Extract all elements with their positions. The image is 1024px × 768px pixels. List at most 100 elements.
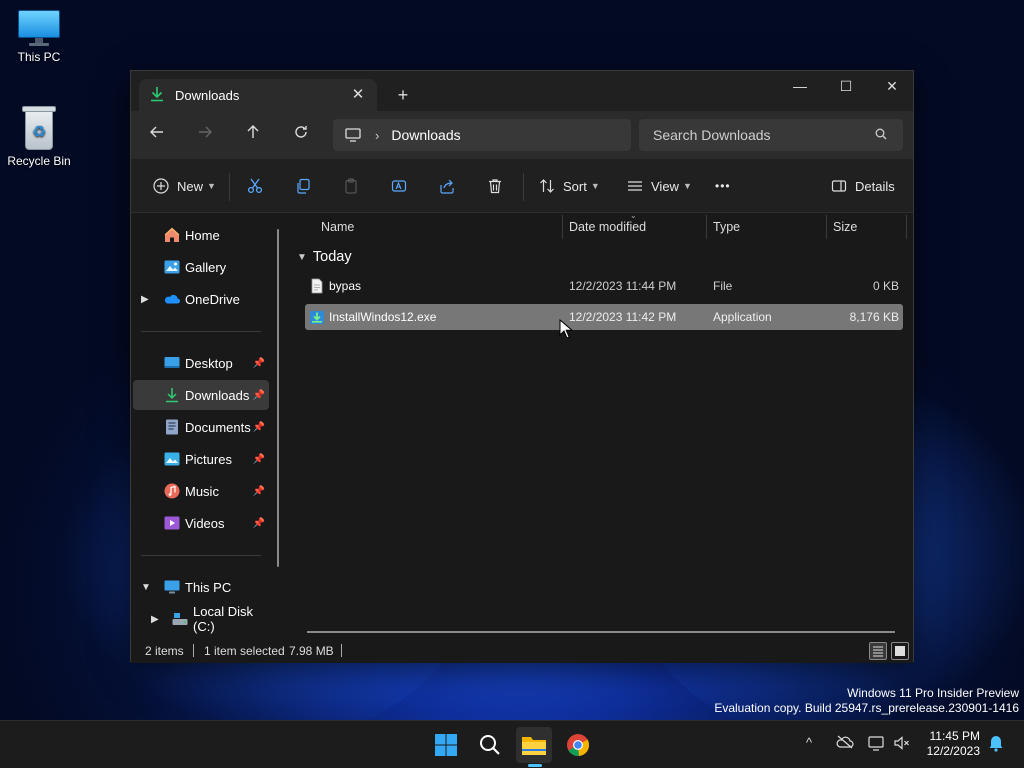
column-header-name[interactable]: Name [321, 213, 354, 243]
divider[interactable] [706, 215, 707, 239]
clock-time: 11:45 PM [929, 729, 980, 743]
details-label: Details [855, 178, 895, 194]
more-options-button[interactable]: ••• [715, 174, 731, 198]
pin-icon[interactable]: 📌 [253, 390, 265, 401]
navigation-pane: Home Gallery ▶ OneDrive Desktop 📌 Downlo… [131, 213, 289, 634]
chevron-down-icon: ▼ [590, 181, 600, 191]
sidebar-item-this-pc[interactable]: ▼ This PC [133, 572, 269, 602]
file-row[interactable]: bypas 12/2/2023 11:44 PM File 0 KB [305, 273, 903, 299]
divider[interactable] [562, 215, 563, 239]
build-watermark: Windows 11 Pro Insider Preview Evaluatio… [714, 686, 1019, 716]
sidebar-item-documents[interactable]: Documents 📌 [133, 412, 269, 442]
view-button[interactable]: View ▼ [625, 174, 692, 198]
notification-bell-icon[interactable] [988, 734, 1004, 755]
pin-icon[interactable]: 📌 [253, 454, 265, 465]
home-icon [164, 227, 180, 242]
file-row[interactable]: InstallWindos12.exe 12/2/2023 11:42 PM A… [305, 304, 903, 330]
chrome-taskbar-button[interactable] [560, 727, 596, 763]
chevron-down-icon[interactable]: ▼ [297, 252, 307, 263]
downloads-folder-icon [166, 388, 178, 403]
minimize-button[interactable]: — [777, 71, 823, 101]
close-window-button[interactable]: ✕ [869, 71, 915, 101]
gallery-icon [164, 260, 180, 274]
desktop-icon-recycle-bin[interactable]: ♻ Recycle Bin [2, 106, 76, 168]
column-header-size[interactable]: Size [833, 213, 857, 243]
videos-folder-icon [164, 516, 180, 530]
divider[interactable] [906, 215, 907, 239]
desktop-icon-this-pc[interactable]: This PC [2, 10, 76, 64]
arrow-up-icon [247, 125, 259, 138]
tab-downloads[interactable]: Downloads ✕ [139, 79, 377, 111]
address-bar[interactable]: › Downloads [333, 119, 631, 151]
volume-muted-icon[interactable] [894, 735, 910, 754]
scissors-icon [245, 176, 265, 196]
start-button[interactable] [428, 727, 464, 763]
mouse-cursor-icon [559, 319, 573, 339]
sidebar-item-onedrive[interactable]: ▶ OneDrive [133, 284, 269, 314]
view-lines-icon [625, 176, 645, 196]
column-header-type[interactable]: Type [713, 213, 740, 243]
pin-icon[interactable]: 📌 [253, 486, 265, 497]
chevron-right-icon[interactable]: › [375, 128, 379, 143]
arrow-right-icon [199, 126, 212, 138]
paste-button[interactable] [341, 174, 361, 198]
sort-arrows-icon [537, 176, 557, 196]
group-header-today[interactable]: ▼ Today [297, 249, 352, 265]
chrome-icon [567, 734, 590, 757]
maximize-button[interactable]: ☐ [823, 71, 869, 101]
sidebar-item-music[interactable]: Music 📌 [133, 476, 269, 506]
status-selected: 1 item selected [204, 644, 285, 658]
up-button[interactable] [241, 123, 265, 147]
chevron-right-icon[interactable]: ▶ [141, 294, 149, 305]
sidebar-item-desktop[interactable]: Desktop 📌 [133, 348, 269, 378]
chevron-right-icon[interactable]: ▶ [151, 614, 159, 625]
chevron-down-icon[interactable]: ▼ [141, 582, 151, 593]
new-tab-button[interactable]: + [391, 83, 415, 107]
desktop-folder-icon [164, 357, 180, 368]
search-taskbar-button[interactable] [472, 727, 508, 763]
horizontal-scrollbar[interactable] [307, 631, 895, 633]
forward-button[interactable] [193, 123, 217, 147]
search-icon [875, 128, 903, 143]
pin-icon[interactable]: 📌 [253, 358, 265, 369]
refresh-button[interactable] [289, 123, 313, 147]
delete-button[interactable] [485, 174, 505, 198]
sidebar-item-downloads[interactable]: Downloads 📌 [133, 380, 269, 410]
tab-close-button[interactable]: ✕ [349, 86, 367, 104]
search-input[interactable]: Search Downloads [653, 127, 875, 143]
back-button[interactable] [145, 123, 169, 147]
copy-button[interactable] [293, 174, 313, 198]
documents-folder-icon [166, 419, 178, 435]
thumbnail-view-button[interactable] [891, 642, 909, 660]
share-button[interactable] [437, 174, 457, 198]
clock[interactable]: 11:45 PM 12/2/2023 [927, 729, 980, 759]
network-icon[interactable] [868, 735, 886, 754]
sort-button[interactable]: Sort ▼ [537, 174, 600, 198]
details-pane-button[interactable]: Details [829, 174, 895, 198]
rename-button[interactable] [389, 174, 409, 198]
sidebar-item-local-disk[interactable]: ▶ Local Disk (C:) [133, 604, 273, 634]
file-explorer-taskbar-button[interactable] [516, 727, 552, 763]
pin-icon[interactable]: 📌 [253, 518, 265, 529]
sidebar-item-gallery[interactable]: Gallery [133, 252, 269, 282]
group-label: Today [312, 249, 352, 265]
cloud-offline-icon[interactable] [836, 735, 854, 752]
sidebar-item-videos[interactable]: Videos 📌 [133, 508, 269, 538]
divider[interactable] [826, 215, 827, 239]
search-box[interactable]: Search Downloads [639, 119, 903, 151]
file-type: Application [713, 310, 772, 324]
pin-icon[interactable]: 📌 [253, 422, 265, 433]
file-icon [311, 278, 323, 294]
navigation-bar: › Downloads Search Downloads [131, 111, 913, 159]
active-indicator [528, 764, 542, 767]
cut-button[interactable] [245, 174, 265, 198]
address-location[interactable]: Downloads [391, 127, 460, 143]
details-pane-icon [829, 176, 849, 196]
sidebar-item-home[interactable]: Home [133, 220, 269, 250]
tray-overflow-button[interactable]: ^ [806, 735, 812, 750]
new-button[interactable]: New ▼ [151, 174, 216, 198]
details-view-button[interactable] [869, 642, 887, 660]
sidebar-item-pictures[interactable]: Pictures 📌 [133, 444, 269, 474]
sidebar-scrollbar[interactable] [277, 229, 279, 567]
file-explorer-window: Downloads ✕ + — ☐ ✕ › Downloads Search D… [130, 70, 915, 663]
